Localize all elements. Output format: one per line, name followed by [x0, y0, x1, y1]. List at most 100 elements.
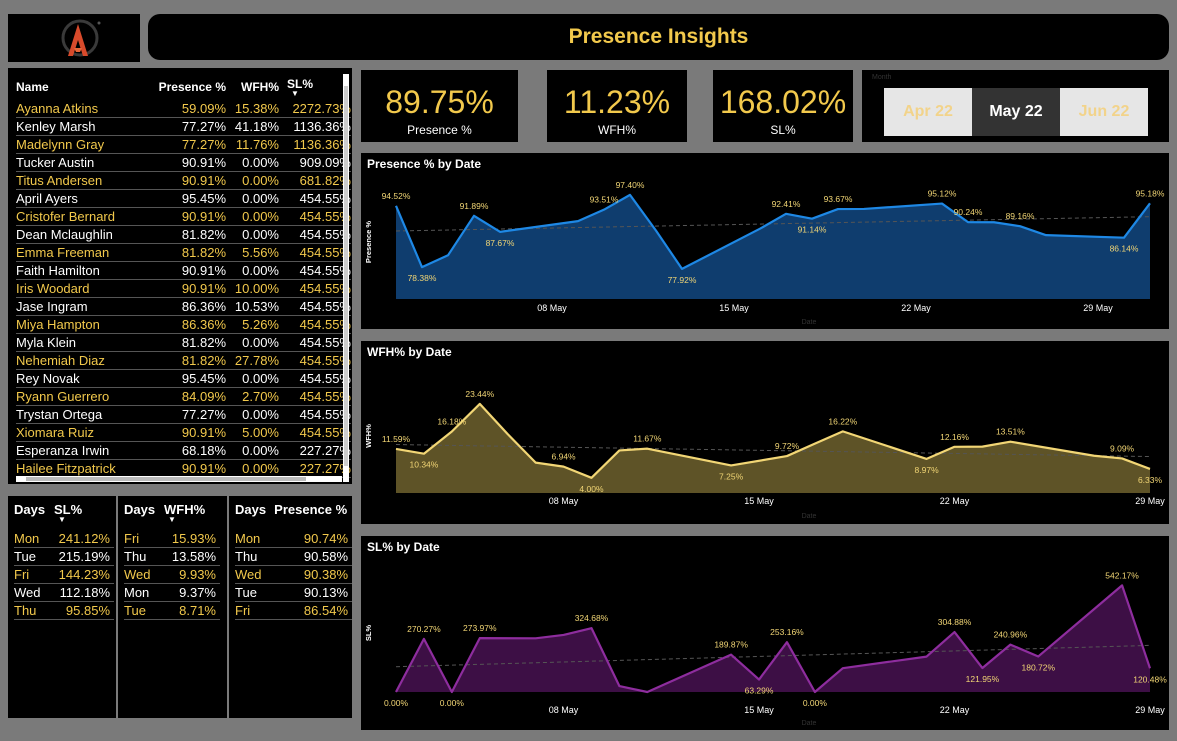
page-title: Presence Insights	[568, 25, 749, 48]
cell-value: 90.38%	[274, 565, 352, 584]
table-row[interactable]: Wed 112.18%	[14, 583, 114, 602]
cell-sl: 454.55%	[279, 387, 351, 406]
cell-presence: 77.27%	[150, 117, 226, 136]
cell-sl: 454.55%	[279, 333, 351, 352]
cell-presence: 90.91%	[150, 153, 226, 172]
cell-wfh: 0.00%	[226, 189, 279, 208]
table-row[interactable]: Jase Ingram 86.36% 10.53% 454.55%	[16, 297, 351, 316]
table-row[interactable]: Dean Mclaughlin 81.82% 0.00% 454.55%	[16, 225, 351, 244]
cell-day: Tue	[124, 601, 164, 620]
table-row[interactable]: Wed 90.38%	[235, 565, 352, 584]
cell-presence: 59.09%	[150, 100, 226, 118]
data-label: 77.92%	[668, 275, 697, 285]
table-row[interactable]: Kenley Marsh 77.27% 41.18% 1136.36%	[16, 117, 351, 136]
table-row[interactable]: Cristofer Bernard 90.91% 0.00% 454.55%	[16, 207, 351, 226]
table-row[interactable]: Thu 13.58%	[124, 547, 220, 566]
table-row[interactable]: Xiomara Ruiz 90.91% 5.00% 454.55%	[16, 423, 351, 442]
table-row[interactable]: Tue 90.13%	[235, 583, 352, 602]
table-row[interactable]: Ryann Guerrero 84.09% 2.70% 454.55%	[16, 387, 351, 406]
data-label: 6.33%	[1138, 475, 1163, 485]
table-row[interactable]: Fri 15.93%	[124, 530, 220, 548]
cell-presence: 86.36%	[150, 315, 226, 334]
data-label: 273.97%	[463, 623, 497, 633]
days-wfh-panel: Days WFH% ▼ Fri 15.93% Thu 13.58% Wed 9.93% Mon…	[118, 496, 227, 718]
wfh-by-date-chart[interactable]: 11.59% 10.34% 16.18% 23.44% 6.94% 4.00% 11.67%…	[361, 341, 1169, 524]
scrollbar-thumb[interactable]	[344, 86, 348, 466]
x-axis-label: Date	[802, 319, 817, 326]
table-row[interactable]: Rey Novak 95.45% 0.00% 454.55%	[16, 369, 351, 388]
cell-wfh: 0.00%	[226, 405, 279, 424]
column-header-days[interactable]: Days	[14, 502, 54, 530]
scrollbar-thumb[interactable]	[26, 477, 306, 481]
table-row[interactable]: Fri 144.23%	[14, 565, 114, 584]
vertical-scrollbar[interactable]	[343, 74, 349, 482]
kpi-value: 11.23%	[563, 84, 671, 120]
cell-name: Nehemiah Diaz	[16, 351, 150, 370]
data-label: 0.00%	[384, 698, 409, 708]
column-header-presence[interactable]: Presence %	[150, 74, 226, 100]
table-row[interactable]: Madelynn Gray 77.27% 11.76% 1136.36%	[16, 135, 351, 154]
horizontal-scrollbar[interactable]	[16, 476, 342, 482]
table-row[interactable]: Mon 9.37%	[124, 583, 220, 602]
month-slicer: Month Apr 22 May 22 Jun 22	[862, 70, 1169, 142]
days-wfh-table: Days WFH% ▼ Fri 15.93% Thu 13.58% Wed 9.93% Mon…	[124, 502, 220, 620]
days-presence-panel: Days Presence % Mon 90.74% Thu 90.58% Wed 90.…	[229, 496, 352, 718]
slicer-option-jun[interactable]: Jun 22	[1060, 88, 1148, 136]
slicer-option-may[interactable]: May 22	[972, 88, 1060, 136]
data-label: 91.89%	[460, 201, 489, 211]
cell-day: Wed	[124, 565, 164, 584]
table-row[interactable]: Fri 86.54%	[235, 601, 352, 620]
cell-wfh: 0.00%	[226, 369, 279, 388]
cell-wfh: 0.00%	[226, 333, 279, 352]
cell-sl: 454.55%	[279, 315, 351, 334]
x-tick-label: 29 May	[1135, 496, 1165, 506]
presence-by-date-chart[interactable]: 94.52% 78.38% 91.89% 87.67% 93.51% 97.40% 77.9…	[361, 153, 1169, 329]
kpi-card-sl: 168.02% SL%	[713, 70, 853, 142]
table-row[interactable]: Mon 90.74%	[235, 530, 352, 548]
slicer-option-apr[interactable]: Apr 22	[884, 88, 972, 136]
column-header-wfh[interactable]: WFH%	[226, 74, 279, 100]
x-tick-label: 15 May	[719, 303, 749, 313]
table-row[interactable]: Tucker Austin 90.91% 0.00% 909.09%	[16, 153, 351, 172]
cell-wfh: 5.00%	[226, 423, 279, 442]
table-row[interactable]: Miya Hampton 86.36% 5.26% 454.55%	[16, 315, 351, 334]
table-row[interactable]: Thu 95.85%	[14, 601, 114, 620]
people-table: Name Presence % WFH% SL% ▼ Ayanna Atkins…	[16, 74, 351, 478]
cell-wfh: 5.26%	[226, 315, 279, 334]
column-header-days[interactable]: Days	[124, 502, 164, 530]
column-header-days[interactable]: Days	[235, 502, 274, 530]
table-row[interactable]: Trystan Ortega 77.27% 0.00% 454.55%	[16, 405, 351, 424]
table-row[interactable]: Emma Freeman 81.82% 5.56% 454.55%	[16, 243, 351, 262]
cell-presence: 90.91%	[150, 261, 226, 280]
table-row[interactable]: April Ayers 95.45% 0.00% 454.55%	[16, 189, 351, 208]
table-row[interactable]: Iris Woodard 90.91% 10.00% 454.55%	[16, 279, 351, 298]
days-presence-body: Mon 90.74% Thu 90.58% Wed 90.38% Tue 90.13% Fri 8…	[235, 530, 352, 620]
table-row[interactable]: Thu 90.58%	[235, 547, 352, 566]
people-table-body: Ayanna Atkins 59.09% 15.38% 2272.73% Kenley …	[16, 100, 351, 478]
column-header-wfh[interactable]: WFH% ▼	[164, 502, 220, 530]
table-row[interactable]: Faith Hamilton 90.91% 0.00% 454.55%	[16, 261, 351, 280]
table-row[interactable]: Nehemiah Diaz 81.82% 27.78% 454.55%	[16, 351, 351, 370]
cell-wfh: 11.76%	[226, 135, 279, 154]
column-header-sl[interactable]: SL% ▼	[54, 502, 114, 530]
kpi-label: Presence %	[407, 123, 472, 137]
column-header-sl[interactable]: SL% ▼	[279, 74, 351, 100]
table-row[interactable]: Ayanna Atkins 59.09% 15.38% 2272.73%	[16, 100, 351, 118]
table-row[interactable]: Titus Andersen 90.91% 0.00% 681.82%	[16, 171, 351, 190]
table-row[interactable]: Esperanza Irwin 68.18% 0.00% 227.27%	[16, 441, 351, 460]
table-row[interactable]: Hailee Fitzpatrick 90.91% 0.00% 227.27%	[16, 459, 351, 478]
data-label: 23.44%	[465, 389, 494, 399]
cell-value: 13.58%	[164, 547, 220, 566]
table-row[interactable]: Wed 9.93%	[124, 565, 220, 584]
cell-wfh: 41.18%	[226, 117, 279, 136]
column-header-presence[interactable]: Presence %	[274, 502, 352, 530]
table-row[interactable]: Tue 215.19%	[14, 547, 114, 566]
data-label: 304.88%	[938, 617, 972, 627]
table-row[interactable]: Mon 241.12%	[14, 530, 114, 548]
cell-presence: 81.82%	[150, 243, 226, 262]
table-row[interactable]: Myla Klein 81.82% 0.00% 454.55%	[16, 333, 351, 352]
sl-by-date-chart[interactable]: 0.00% 270.27% 0.00% 273.97% 324.68% 189.87% 63…	[361, 536, 1169, 730]
cell-value: 112.18%	[54, 583, 114, 602]
table-row[interactable]: Tue 8.71%	[124, 601, 220, 620]
column-header-name[interactable]: Name	[16, 74, 150, 100]
